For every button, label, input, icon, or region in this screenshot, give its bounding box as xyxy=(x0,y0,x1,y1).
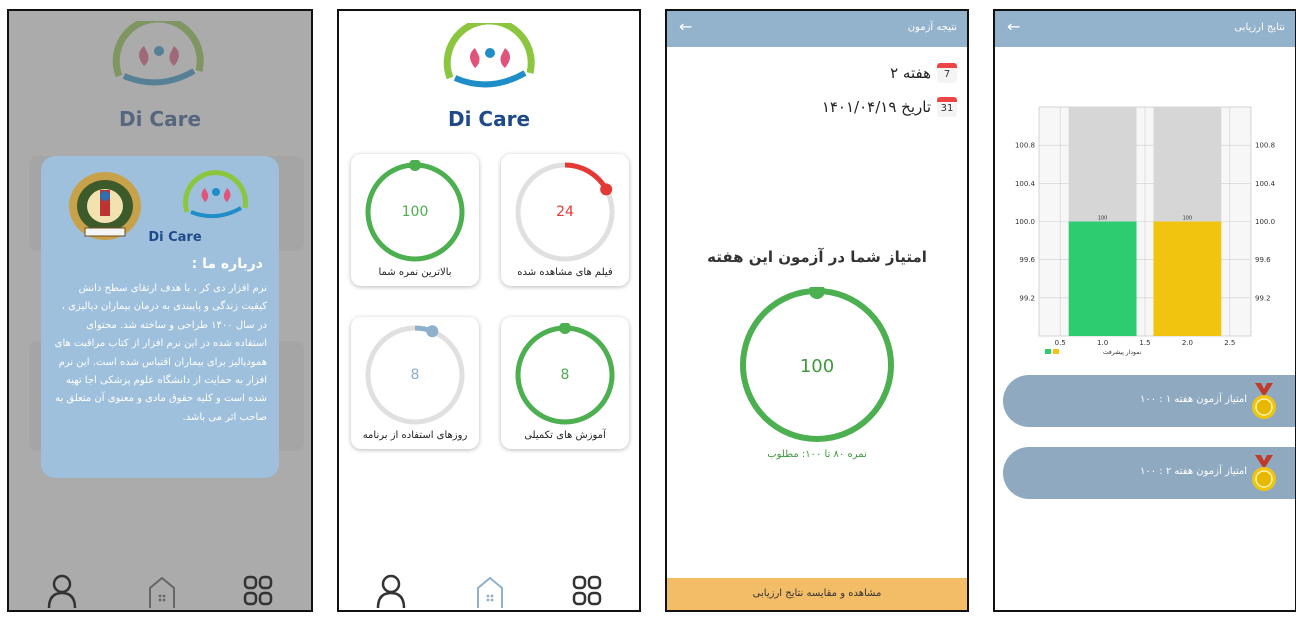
x-tick-label: 2.0 xyxy=(1182,339,1193,347)
y-tick-label-right: 99.6 xyxy=(1255,256,1271,264)
view-evaluation-button[interactable]: مشاهده و مقایسه نتایج ارزیابی xyxy=(667,578,967,610)
calendar-icon: 7 xyxy=(937,63,957,83)
card-highest-score[interactable]: 100 بالاترین نمره شما xyxy=(351,154,479,286)
x-tick-label: 2.5 xyxy=(1224,339,1235,347)
score-requirement: نمره ۸۰ تا ۱۰۰: مطلوب xyxy=(767,449,867,460)
ring-knob xyxy=(600,183,613,196)
y-tick-label: 100.0 xyxy=(1015,218,1035,226)
legend-swatch xyxy=(1053,349,1059,354)
about-body: نرم افزار دی کر ، با هدف ارتقای سطح دانش… xyxy=(54,283,267,423)
dashboard-screen: Di Care 100 بالاترین نمره شما 24 فیلم ها… xyxy=(337,9,641,612)
app-logo-small-icon xyxy=(182,170,248,219)
card-label: فیلم های مشاهده شده xyxy=(517,267,613,278)
week-label: هفته ۲ xyxy=(890,64,931,82)
grid-icon[interactable] xyxy=(571,574,603,608)
page-title: نتایج ارزیابی xyxy=(1234,22,1285,33)
ring-progress xyxy=(564,162,609,191)
ring-knob xyxy=(409,160,421,171)
card-videos-watched[interactable]: 24 فیلم های مشاهده شده xyxy=(501,154,629,286)
score-title: امتیاز شما در آزمون این هفته xyxy=(707,248,927,266)
calendar-icon: 31 xyxy=(937,97,957,117)
ring-knob xyxy=(559,323,571,334)
card-label: روزهای استفاده از برنامه xyxy=(362,430,468,441)
back-arrow-icon[interactable]: ← xyxy=(1007,17,1020,36)
about-title: درباره ما : xyxy=(191,256,263,272)
y-tick-label: 99.2 xyxy=(1019,294,1035,302)
back-arrow-icon[interactable]: ← xyxy=(679,17,692,36)
medal-icon xyxy=(1252,383,1276,419)
evaluation-screen: ← نتایج ارزیابی 0.5 1.0 1.5 2.0 2.5 99.2 99.2 9… xyxy=(993,9,1296,612)
y-tick-label: 100.8 xyxy=(1015,142,1035,150)
date-label: تاریخ ۱۴۰۱/۰۴/۱۹ xyxy=(821,98,931,116)
app-logo-text: Di Care xyxy=(447,107,531,131)
card-value: 24 xyxy=(556,204,574,220)
bar-background xyxy=(1068,107,1137,222)
x-tick-label: 1.0 xyxy=(1097,339,1108,347)
legend-swatch xyxy=(1045,349,1051,354)
app-bar: ← نتایج ارزیابی xyxy=(995,11,1295,47)
person-icon[interactable] xyxy=(375,574,407,608)
week-result-label: امتیاز آزمون هفته ۱ : ۱۰۰ xyxy=(1139,394,1247,405)
test-result-screen: ← نتیجه آزمون 7 هفته ۲ 31 تاریخ ۱۴۰۱/۰۴/… xyxy=(665,9,969,612)
y-tick-label-right: 100.4 xyxy=(1255,180,1276,188)
app-logo-icon xyxy=(443,23,535,88)
bar-data-label: 100 xyxy=(1183,216,1193,222)
week-row: 7 هفته ۲ xyxy=(890,63,957,83)
progress-chart: 0.5 1.0 1.5 2.0 2.5 99.2 99.2 99.6 99.6 100.0 100.… xyxy=(1015,106,1276,356)
y-tick-label: 99.6 xyxy=(1019,256,1035,264)
app-logo-small-text: Di Care xyxy=(148,230,202,245)
card-label: بالاترین نمره شما xyxy=(378,267,452,278)
bar-background xyxy=(1153,107,1222,222)
card-label: آموزش های تکمیلی xyxy=(524,430,606,441)
legend-label: نمودار پیشرفت xyxy=(1103,349,1142,356)
bar-data-label: 100 xyxy=(1098,216,1108,222)
about-dialog: Di Care درباره ما : نرم افزار دی کر ، با… xyxy=(41,156,279,478)
bottom-nav xyxy=(9,574,311,610)
x-tick-label: 1.5 xyxy=(1139,339,1150,347)
week-2-result-button[interactable]: امتیاز آزمون هفته ۲ : ۱۰۰ xyxy=(1003,447,1295,499)
bar xyxy=(1153,221,1222,336)
page-title: نتیجه آزمون xyxy=(907,22,957,33)
home-icon[interactable] xyxy=(146,574,178,608)
y-tick-label: 100.4 xyxy=(1015,180,1036,188)
bar xyxy=(1068,221,1137,336)
card-value: 8 xyxy=(410,367,420,383)
score-ring-knob xyxy=(809,287,825,299)
score-value: 100 xyxy=(799,356,835,377)
ring-knob xyxy=(426,325,439,338)
person-icon[interactable] xyxy=(46,574,78,608)
date-row: 31 تاریخ ۱۴۰۱/۰۴/۱۹ xyxy=(822,97,957,117)
card-extra-training[interactable]: 8 آموزش های تکمیلی xyxy=(501,317,629,449)
bottom-nav xyxy=(339,574,639,610)
card-value: 8 xyxy=(560,367,570,383)
medal-icon xyxy=(1252,455,1276,491)
app-bar: ← نتیجه آزمون xyxy=(667,11,967,47)
card-days-used[interactable]: 8 روزهای استفاده از برنامه xyxy=(351,317,479,449)
about-screen: Di Care Di Care درباره ما : نرم افزار دی… xyxy=(7,9,313,612)
card-value: 100 xyxy=(401,204,429,220)
home-icon[interactable] xyxy=(474,574,506,608)
week-result-label: امتیاز آزمون هفته ۲ : ۱۰۰ xyxy=(1139,466,1247,477)
grid-icon[interactable] xyxy=(242,574,274,608)
y-tick-label-right: 100.0 xyxy=(1255,218,1275,226)
y-tick-label-right: 100.8 xyxy=(1255,142,1275,150)
week-1-result-button[interactable]: امتیاز آزمون هفته ۱ : ۱۰۰ xyxy=(1003,375,1295,427)
y-tick-label-right: 99.2 xyxy=(1255,294,1271,302)
x-tick-label: 0.5 xyxy=(1055,339,1066,347)
